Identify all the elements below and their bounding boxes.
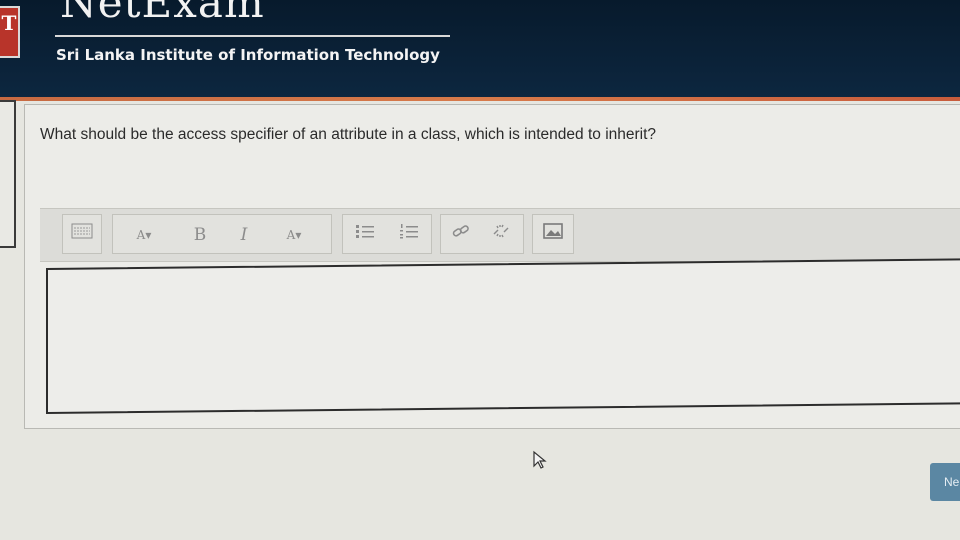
question-text: What should be the access specifier of a… bbox=[40, 126, 657, 143]
image-icon[interactable] bbox=[538, 222, 568, 248]
answer-editor[interactable] bbox=[46, 258, 960, 414]
side-panel-edge bbox=[0, 100, 16, 248]
unlink-icon[interactable] bbox=[486, 222, 516, 248]
mouse-pointer-icon bbox=[532, 450, 548, 470]
italic-button[interactable]: I bbox=[232, 222, 256, 248]
bold-button[interactable]: B bbox=[186, 222, 214, 248]
header-accent-bar bbox=[0, 97, 960, 101]
font-size-label: A bbox=[136, 228, 146, 242]
logo-icon: T bbox=[0, 6, 20, 58]
site-header: T NetExam Sri Lanka Institute of Informa… bbox=[0, 0, 960, 101]
link-icon[interactable] bbox=[446, 222, 476, 248]
chevron-down-icon: ▾ bbox=[295, 228, 302, 242]
source-view-icon[interactable] bbox=[66, 222, 98, 248]
bullet-list-icon[interactable] bbox=[350, 222, 380, 248]
text-color-button[interactable]: A▾ bbox=[272, 222, 316, 248]
header-divider bbox=[55, 35, 450, 37]
numbered-list-icon[interactable] bbox=[394, 222, 424, 248]
brand-title: NetExam bbox=[60, 0, 265, 27]
font-size-button[interactable]: A▾ bbox=[122, 222, 166, 248]
chevron-down-icon: ▾ bbox=[145, 228, 152, 242]
text-color-label: A bbox=[286, 228, 296, 242]
next-button[interactable]: Ne bbox=[930, 463, 960, 501]
institution-name: Sri Lanka Institute of Information Techn… bbox=[56, 46, 440, 64]
